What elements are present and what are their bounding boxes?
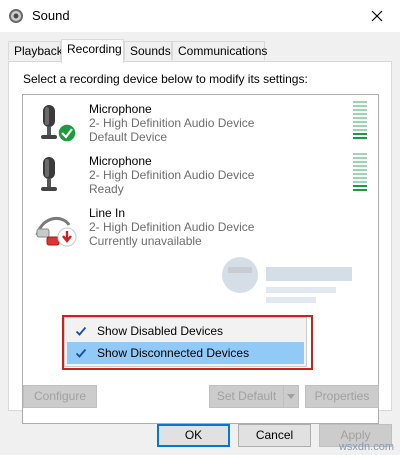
instructions-text: Select a recording device below to modif… xyxy=(23,72,308,86)
dialog-body: Playback Recording Sounds Communications… xyxy=(0,32,400,455)
tab-recording[interactable]: Recording xyxy=(61,39,124,63)
list-item[interactable]: Microphone 2- High Definition Audio Devi… xyxy=(23,97,378,149)
speaker-icon xyxy=(9,9,23,23)
watermark-site-text: wsxdn.com xyxy=(338,441,394,453)
device-description: 2- High Definition Audio Device xyxy=(89,168,255,182)
configure-button[interactable]: Configure xyxy=(23,385,97,408)
chevron-down-icon xyxy=(287,394,295,399)
device-list[interactable]: Microphone 2- High Definition Audio Devi… xyxy=(22,94,379,424)
device-description: 2- High Definition Audio Device xyxy=(89,220,255,234)
set-default-dropdown[interactable] xyxy=(283,385,299,408)
ok-button[interactable]: OK xyxy=(157,424,230,447)
red-down-arrow-icon xyxy=(57,227,77,247)
device-status: Default Device xyxy=(89,130,168,144)
tab-communications[interactable]: Communications xyxy=(172,41,267,60)
level-meter xyxy=(353,153,367,193)
device-status: Currently unavailable xyxy=(89,234,202,248)
watermark-logo xyxy=(222,257,352,303)
level-meter xyxy=(353,101,367,141)
title-bar: Sound xyxy=(0,0,400,32)
device-description: 2- High Definition Audio Device xyxy=(89,116,255,130)
close-icon xyxy=(371,10,383,21)
properties-button[interactable]: Properties xyxy=(305,385,379,408)
device-name: Microphone xyxy=(89,154,152,168)
green-check-icon xyxy=(57,123,77,143)
device-name: Line In xyxy=(89,206,126,220)
annotation-highlight-box xyxy=(62,315,313,370)
set-default-button[interactable]: Set Default xyxy=(209,385,284,408)
close-button[interactable] xyxy=(354,0,400,31)
list-item[interactable]: Microphone 2- High Definition Audio Devi… xyxy=(23,149,378,201)
recording-panel: Select a recording device below to modif… xyxy=(8,61,392,424)
tab-sounds[interactable]: Sounds xyxy=(124,41,172,60)
microphone-icon xyxy=(41,157,57,191)
device-name: Microphone xyxy=(89,102,152,116)
tab-playback[interactable]: Playback xyxy=(8,41,63,60)
device-status: Ready xyxy=(89,182,124,196)
window-title: Sound xyxy=(32,8,70,23)
cancel-button[interactable]: Cancel xyxy=(238,424,311,447)
